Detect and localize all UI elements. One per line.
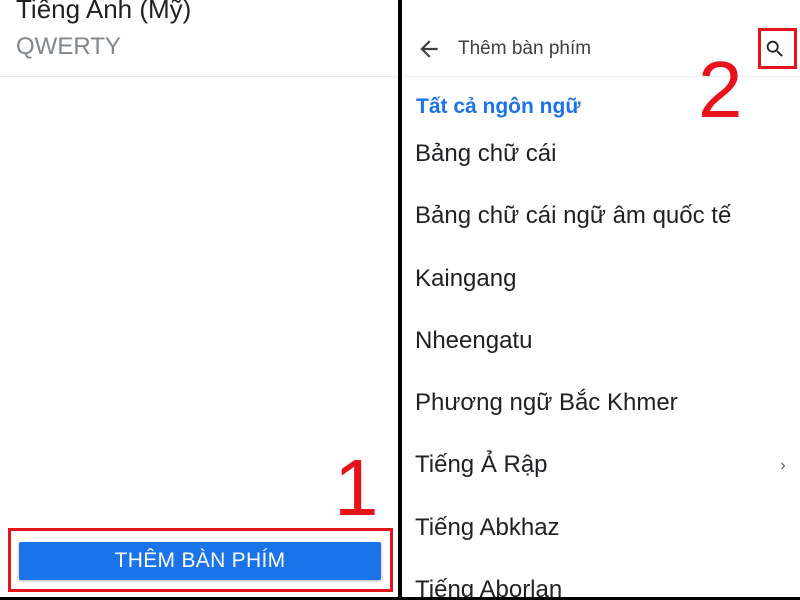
language-list-item[interactable]: Nheengatu xyxy=(402,313,800,375)
keyboard-settings-panel: Tiếng Anh (Mỹ) QWERTY THÊM BÀN PHÍM 1 xyxy=(0,0,398,597)
language-list: Bảng chữ cái Bảng chữ cái ngữ âm quốc tế K… xyxy=(402,126,800,597)
current-language-name[interactable]: Tiếng Anh (Mỹ) xyxy=(16,0,191,25)
annotation-highlight-box-2 xyxy=(758,28,797,69)
language-label: Bảng chữ cái xyxy=(415,140,557,167)
page-title: Thêm bàn phím xyxy=(458,38,592,59)
language-list-item[interactable]: Phương ngữ Bắc Khmer xyxy=(402,375,800,437)
language-label: Tiếng Aborlan xyxy=(415,576,563,597)
annotation-step-2: 2 xyxy=(698,45,743,134)
language-label: Tiếng Ả Rập xyxy=(415,451,548,479)
language-list-item[interactable]: Kaingang xyxy=(402,251,800,313)
current-layout-name: QWERTY xyxy=(16,33,121,60)
language-list-item[interactable]: Tiếng Aborlan xyxy=(402,562,800,597)
language-list-item[interactable]: Tiếng Abkhaz xyxy=(402,500,800,562)
language-label: Kaingang xyxy=(415,264,517,292)
chevron-right-icon xyxy=(776,459,790,473)
language-list-item[interactable]: Bảng chữ cái xyxy=(402,126,800,188)
section-header-all-languages: Tất cả ngôn ngữ xyxy=(416,95,581,118)
language-label: Tiếng Abkhaz xyxy=(415,513,560,541)
arrow-back-icon[interactable] xyxy=(416,36,442,62)
language-label: Phương ngữ Bắc Khmer xyxy=(415,389,678,417)
language-list-item[interactable]: Bảng chữ cái ngữ âm quốc tế xyxy=(402,188,800,250)
language-list-item[interactable]: Tiếng Ả Rập xyxy=(402,437,800,499)
language-label: Nheengatu xyxy=(415,326,533,354)
annotation-highlight-box-1 xyxy=(8,528,393,592)
add-keyboard-panel: Thêm bàn phím 2 Tất cả ngôn ngữ Bảng chữ… xyxy=(402,0,800,597)
language-label: Bảng chữ cái ngữ âm quốc tế xyxy=(415,202,732,230)
annotation-step-1: 1 xyxy=(334,443,379,532)
divider xyxy=(0,76,398,77)
